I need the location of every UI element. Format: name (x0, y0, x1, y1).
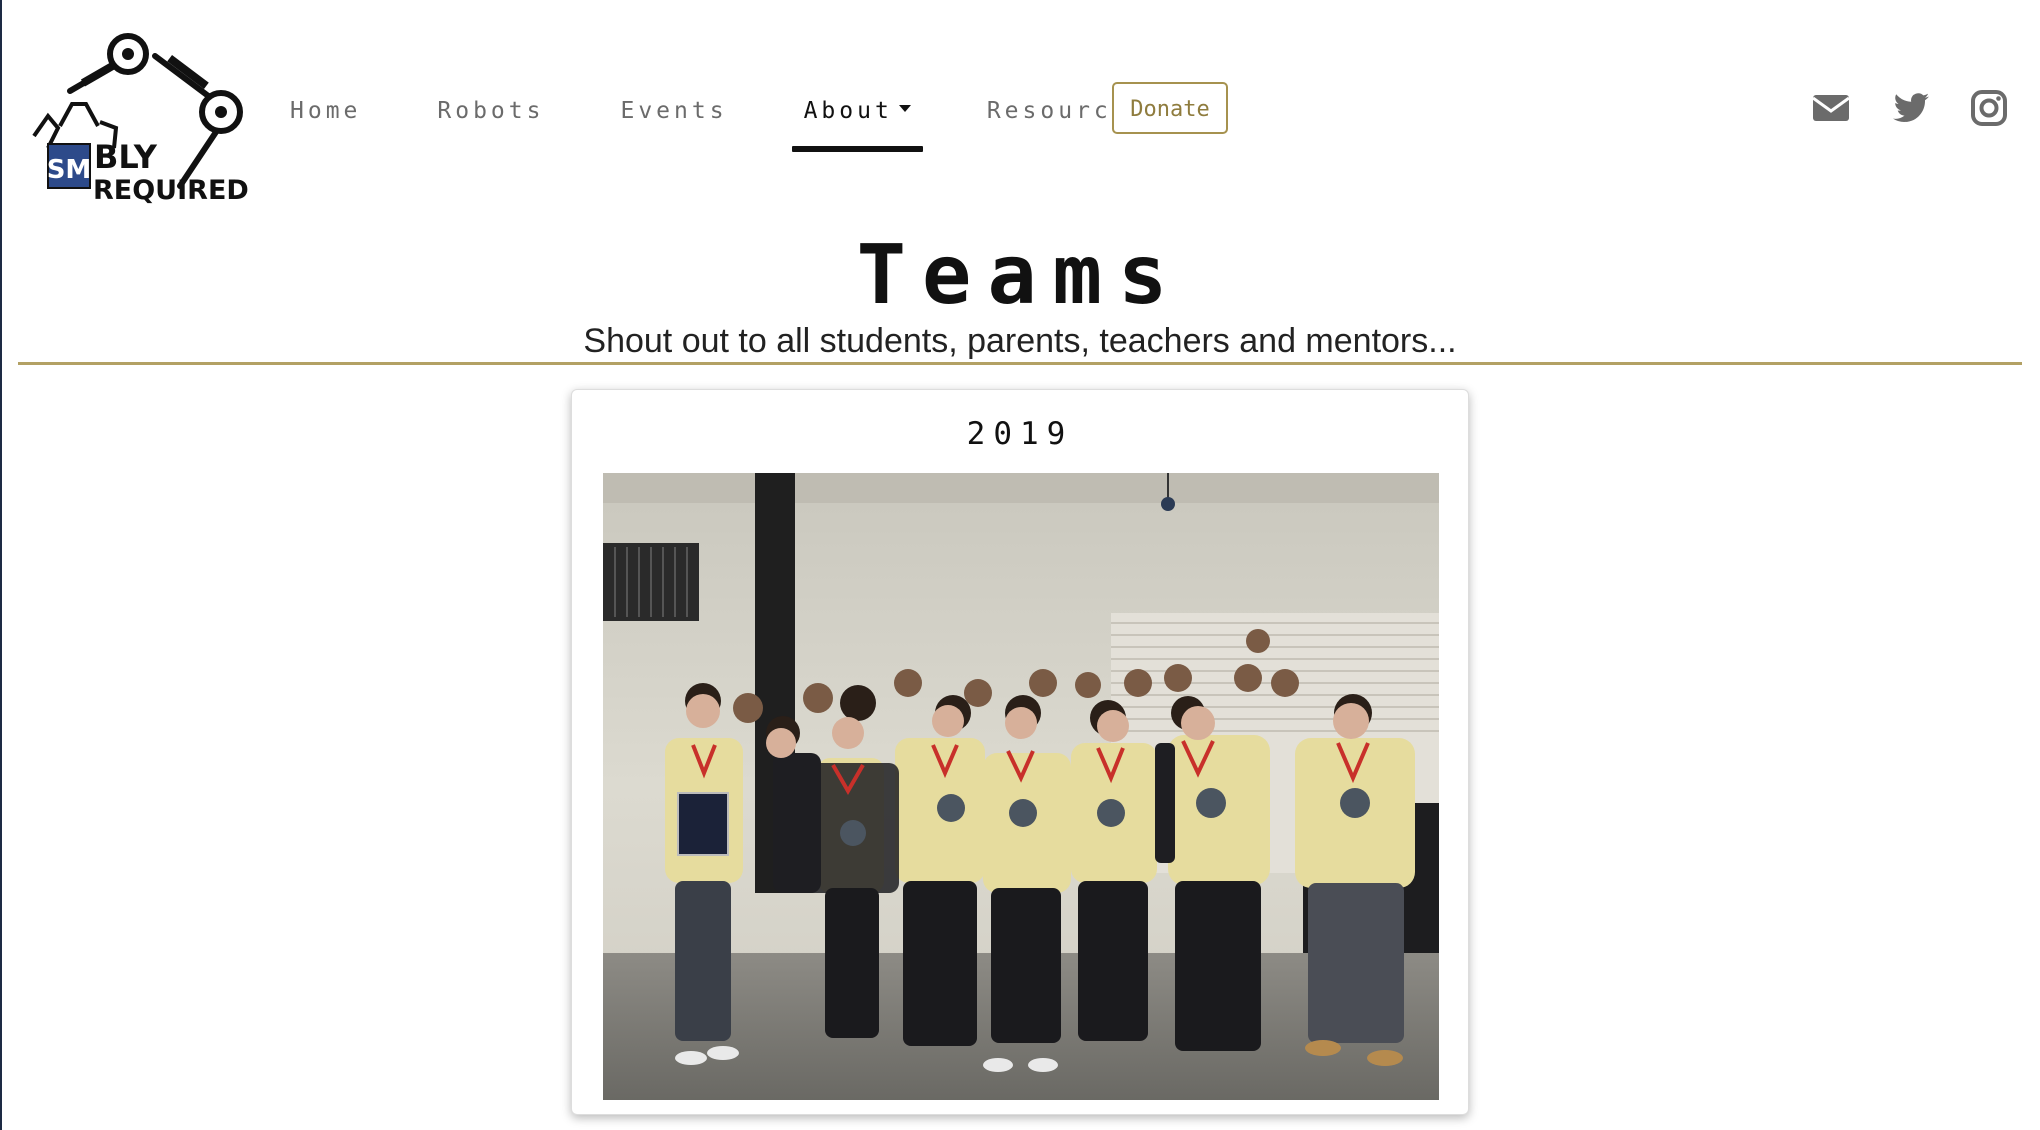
nav-about-label: About (803, 98, 893, 124)
logo-text-line1: BLY (94, 138, 158, 176)
chevron-down-icon (898, 105, 911, 112)
team-photo (603, 473, 1439, 1100)
nav-robots-label: Robots (437, 98, 545, 124)
nav-about[interactable]: About (791, 78, 924, 152)
site-logo[interactable]: SM BLY REQUIRED (30, 16, 250, 206)
nav-robots[interactable]: Robots (425, 78, 556, 144)
nav-events-label: Events (620, 98, 728, 124)
page-title: Teams (856, 228, 1184, 323)
gold-divider (18, 362, 2022, 365)
logo-text-line2: REQUIRED (93, 175, 249, 206)
envelope-icon[interactable] (1811, 88, 1851, 128)
twitter-icon[interactable] (1891, 88, 1931, 128)
left-edge-rule (0, 0, 2, 1130)
nav-events[interactable]: Events (608, 78, 739, 144)
nav-home-label: Home (290, 98, 362, 124)
team-card: 2019 (571, 389, 1469, 1115)
logo-monogram: SM (47, 155, 92, 185)
instagram-icon[interactable] (1969, 88, 2009, 128)
nav-home[interactable]: Home (278, 78, 373, 144)
card-year: 2019 (966, 416, 1074, 452)
main-nav: Home Robots Events About Resources (278, 78, 1229, 152)
page-subtitle: Shout out to all students, parents, teac… (583, 322, 1457, 360)
donate-button[interactable]: Donate (1112, 82, 1228, 134)
